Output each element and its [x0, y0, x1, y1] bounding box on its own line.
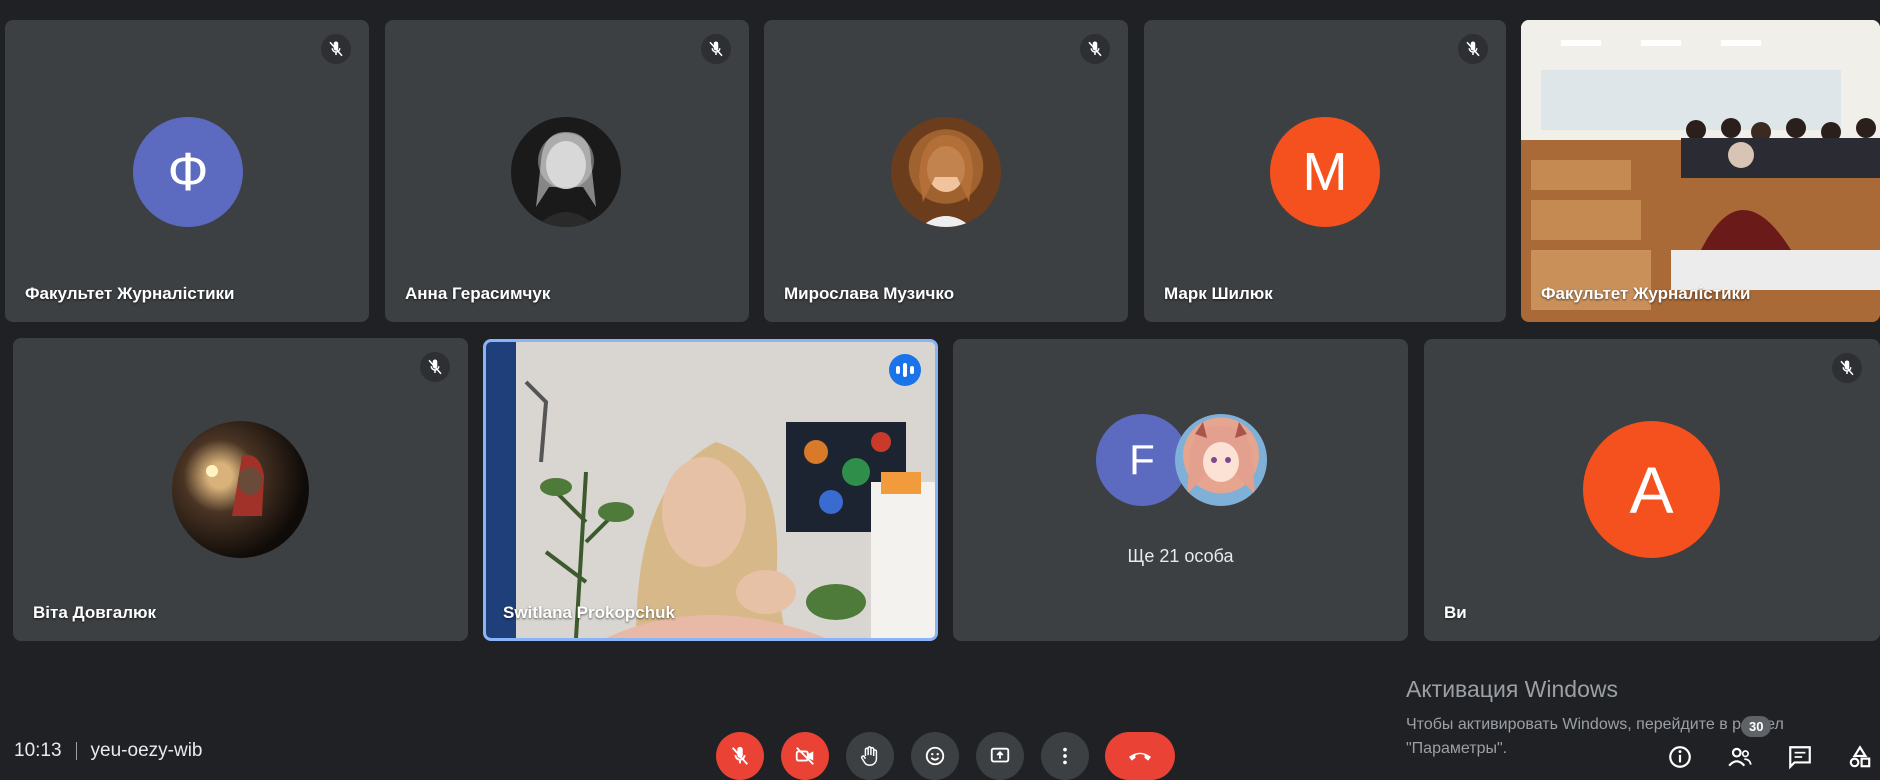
- activation-line-1: Чтобы активировать Windows, перейдите в …: [1406, 716, 1784, 733]
- clock: 10:13: [14, 740, 62, 761]
- more-participants-tile[interactable]: F Ще 21 особа: [953, 339, 1408, 641]
- participant-tile[interactable]: Мирослава Музичко: [764, 20, 1128, 322]
- participant-tile[interactable]: Віта Довгалюк: [13, 338, 468, 641]
- participant-name: Мирослава Музичко: [784, 284, 955, 303]
- mic-off-icon: [731, 746, 749, 765]
- participant-name: Факультет Журналістики: [25, 284, 235, 303]
- leave-call-button[interactable]: [1105, 732, 1175, 780]
- end-call-icon: [1129, 752, 1151, 761]
- video-feed: [1521, 20, 1880, 322]
- participant-name: Анна Герасимчук: [405, 284, 551, 303]
- avatar: [172, 421, 309, 558]
- raise-hand-icon: [861, 746, 878, 766]
- audio-level-icon: [889, 354, 921, 386]
- avatar: [891, 117, 1001, 227]
- mic-toggle-button[interactable]: [716, 732, 764, 780]
- mic-off-icon: [701, 34, 731, 64]
- avatar: [511, 117, 621, 227]
- raise-hand-button[interactable]: [846, 732, 894, 780]
- mic-off-icon: [420, 352, 450, 382]
- mic-off-icon: [1458, 34, 1488, 64]
- avatar: Ф: [133, 117, 243, 227]
- people-icon: [1728, 747, 1752, 767]
- camera-off-icon: [795, 747, 814, 765]
- self-tile[interactable]: A Ви: [1424, 339, 1880, 641]
- participant-name: Switlana Prokopchuk: [503, 603, 675, 622]
- present-icon: [990, 747, 1010, 763]
- mic-off-icon: [321, 34, 351, 64]
- participant-tile[interactable]: Ф Факультет Журналістики: [5, 20, 369, 322]
- meeting-info: 10:13 yeu-oezy-wib: [14, 740, 202, 762]
- participant-name: Факультет Журналістики: [1541, 284, 1751, 303]
- info-icon: [1669, 746, 1691, 768]
- emoji-reaction-button[interactable]: [911, 732, 959, 780]
- chat-button[interactable]: [1785, 742, 1815, 772]
- participant-tile[interactable]: Анна Герасимчук: [385, 20, 749, 322]
- divider: [75, 742, 77, 760]
- chat-icon: [1789, 746, 1811, 770]
- activation-title: Активация Windows: [1406, 676, 1618, 702]
- activities-button[interactable]: [1845, 742, 1875, 772]
- participant-tile-active-speaker[interactable]: Switlana Prokopchuk: [483, 339, 938, 641]
- more-options-button[interactable]: [1041, 732, 1089, 780]
- video-feed: [486, 342, 935, 638]
- present-screen-button[interactable]: [976, 732, 1024, 780]
- activities-icon: [1849, 745, 1871, 768]
- mic-off-icon: [1832, 353, 1862, 383]
- participant-name: Ви: [1444, 603, 1467, 622]
- camera-toggle-button[interactable]: [781, 732, 829, 780]
- more-options-icon: [1063, 747, 1067, 765]
- meeting-code: yeu-oezy-wib: [90, 740, 203, 761]
- more-participants-label: Ще 21 особа: [1127, 546, 1234, 566]
- participant-tile[interactable]: Факультет Журналістики: [1521, 20, 1880, 322]
- emoji-icon: [925, 746, 945, 766]
- participant-tile[interactable]: M Марк Шилюк: [1144, 20, 1506, 322]
- participant-name: Віта Довгалюк: [33, 603, 157, 622]
- avatar: [1175, 414, 1267, 506]
- avatar: A: [1583, 421, 1720, 558]
- avatar: M: [1270, 117, 1380, 227]
- participant-name: Марк Шилюк: [1164, 284, 1273, 303]
- people-button[interactable]: [1725, 742, 1755, 772]
- participant-count-badge: 30: [1741, 716, 1772, 737]
- meeting-details-button[interactable]: [1665, 742, 1695, 772]
- mic-off-icon: [1080, 34, 1110, 64]
